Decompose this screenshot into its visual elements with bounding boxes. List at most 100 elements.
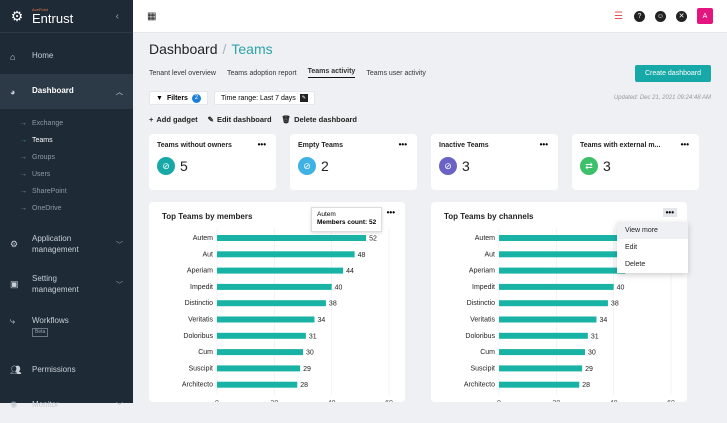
brand-name: Entrust xyxy=(32,10,74,26)
sidebar-item-home[interactable]: ⌂ Home xyxy=(0,39,133,74)
tab-teams-user-activity[interactable]: Teams user activity xyxy=(366,70,426,77)
bar xyxy=(499,365,583,372)
tooltip-value: Members count: 52 xyxy=(317,219,377,227)
menu-item-delete[interactable]: Delete xyxy=(617,256,688,273)
bar xyxy=(217,332,306,339)
x-tick-label: 60 xyxy=(385,400,393,402)
edit-dashboard-button[interactable]: ✎ Edit dashboard xyxy=(208,115,272,124)
delete-dashboard-label: Delete dashboard xyxy=(294,115,357,124)
data-label: 28 xyxy=(582,382,590,389)
data-label: 48 xyxy=(358,252,366,259)
sidebar-item-permissions[interactable]: 👥︎ Permissions xyxy=(0,353,133,388)
sidebar-subitem-users[interactable]: → Users xyxy=(0,166,133,183)
sidebar-item-label: Permissions xyxy=(32,365,76,375)
main-content: Dashboard / Teams Tenant level overview Te… xyxy=(133,33,727,403)
category-label: Suscipit xyxy=(470,365,495,372)
card-title: Inactive Teams xyxy=(439,142,489,149)
add-gadget-button[interactable]: + Add gadget xyxy=(149,115,198,124)
menu-item-view-more[interactable]: View more xyxy=(617,222,688,239)
card-teams-external-members[interactable]: Teams with external m... ••• ⇄ 3 xyxy=(572,134,699,190)
category-label: Suscipit xyxy=(188,365,213,372)
chevron-up-icon: ︿ xyxy=(116,88,123,96)
card-title: Empty Teams xyxy=(298,142,343,149)
pie-chart-icon: ◕ xyxy=(10,86,16,97)
data-label: 34 xyxy=(599,317,607,324)
card-empty-teams[interactable]: Empty Teams ••• ⊘ 2 xyxy=(290,134,417,190)
collapse-sidebar-icon[interactable]: ‹ xyxy=(116,11,119,22)
card-menu-icon[interactable]: ••• xyxy=(540,140,548,149)
sidebar-subitem-exchange[interactable]: → Exchange xyxy=(0,115,133,132)
card-menu-icon[interactable]: ••• xyxy=(399,140,407,149)
avatar[interactable]: A xyxy=(697,8,713,24)
category-label: Aperiam xyxy=(469,268,495,275)
bar xyxy=(499,267,626,274)
sidebar-subitem-teams[interactable]: → Teams xyxy=(0,132,133,149)
time-range-button[interactable]: Time range: Last 7 days ✎ xyxy=(213,91,315,105)
bar xyxy=(499,332,588,339)
menu-item-edit[interactable]: Edit xyxy=(617,239,688,256)
category-label: Cum xyxy=(198,349,213,356)
app-launcher-icon[interactable]: ▦ xyxy=(147,11,156,22)
help-icon[interactable]: ? xyxy=(634,10,645,22)
tab-teams-adoption-report[interactable]: Teams adoption report xyxy=(227,70,297,77)
topbar: ▦ ☰ ? ☺ ✕ A xyxy=(133,0,727,33)
tab-teams-activity[interactable]: Teams activity xyxy=(307,68,356,78)
members-bar-chart: 0 20 40 60 Autem 52 Aut 48 Aperiam 44 Impedit 40 Dis… xyxy=(182,228,393,402)
sidebar-item-label: Monitor xyxy=(32,400,59,410)
card-inactive-teams[interactable]: Inactive Teams ••• ⊘ 3 xyxy=(431,134,558,190)
settings-icon[interactable]: ✕ xyxy=(676,10,687,22)
data-label: 34 xyxy=(317,317,325,324)
category-label: Autem xyxy=(475,235,495,242)
feedback-icon[interactable]: ☺ xyxy=(655,10,666,22)
data-label: 29 xyxy=(303,366,311,373)
delete-dashboard-button[interactable]: 🗑︎ Delete dashboard xyxy=(282,115,357,124)
sidebar-item-application-management[interactable]: ⚙ Application management ﹀ xyxy=(0,227,133,262)
data-label: 30 xyxy=(306,350,314,357)
x-tick-label: 20 xyxy=(552,400,560,402)
sidebar-item-label: Dashboard xyxy=(32,86,74,96)
bar xyxy=(217,251,355,258)
category-label: Aperiam xyxy=(187,268,213,275)
create-dashboard-button[interactable]: Create dashboard xyxy=(634,64,711,82)
card-menu-icon[interactable]: ••• xyxy=(258,140,266,149)
x-tick-label: 20 xyxy=(270,400,278,402)
sidebar-item-setting-management[interactable]: ▣ Setting management ﹀ xyxy=(0,267,133,302)
sidebar-subitem-label: SharePoint xyxy=(32,188,67,195)
category-label: Autem xyxy=(193,235,213,242)
page-current: Teams xyxy=(231,41,273,57)
card-title: Teams without owners xyxy=(157,142,232,149)
card-teams-without-owners[interactable]: Teams without owners ••• ⊘ 5 xyxy=(149,134,276,190)
empty-team-icon: ⊘ xyxy=(298,157,316,175)
sidebar: ⚙ AvePoint Entrust ‹ ⌂ Home ◕ Dashboard … xyxy=(0,0,133,410)
plus-icon: + xyxy=(149,115,154,124)
category-label: Distinctio xyxy=(185,300,214,307)
sidebar-item-label: Application management xyxy=(32,234,79,254)
card-value: 2 xyxy=(321,158,329,174)
sidebar-subitem-label: Users xyxy=(32,171,51,178)
bar xyxy=(217,316,315,323)
sidebar-subitem-onedrive[interactable]: → OneDrive xyxy=(0,200,133,217)
chart-tooltip: Autem Members count: 52 xyxy=(311,207,383,232)
tab-tenant-level-overview[interactable]: Tenant level overview xyxy=(149,70,216,77)
category-label: Aut xyxy=(202,251,213,258)
filters-button[interactable]: ▼ Filters 2 xyxy=(149,91,208,105)
bar xyxy=(217,381,298,388)
sidebar-item-monitor[interactable]: ✺ Monitor ﹀ xyxy=(0,388,133,423)
bar xyxy=(217,267,344,274)
workflow-icon: ⤷ xyxy=(10,316,16,326)
sidebar-subitem-sharepoint[interactable]: → SharePoint xyxy=(0,183,133,200)
x-tick-label: 60 xyxy=(667,400,675,402)
task-list-icon[interactable]: ☰ xyxy=(613,11,624,22)
page-title[interactable]: Dashboard xyxy=(149,41,218,57)
bar xyxy=(499,300,608,307)
card-value: 3 xyxy=(603,158,611,174)
card-value: 3 xyxy=(462,158,470,174)
inactive-team-icon: ⊘ xyxy=(439,157,457,175)
updated-timestamp: Updated: Dec 21, 2021 09:24:48 AM xyxy=(613,95,711,101)
sidebar-item-workflows[interactable]: ⤷ Workflows Beta xyxy=(0,310,133,345)
data-label: 44 xyxy=(346,268,354,275)
category-label: Doloribus xyxy=(183,333,213,340)
card-menu-icon[interactable]: ••• xyxy=(681,140,689,149)
sidebar-item-dashboard[interactable]: ◕ Dashboard ︿ xyxy=(0,74,133,109)
sidebar-subitem-groups[interactable]: → Groups xyxy=(0,149,133,166)
